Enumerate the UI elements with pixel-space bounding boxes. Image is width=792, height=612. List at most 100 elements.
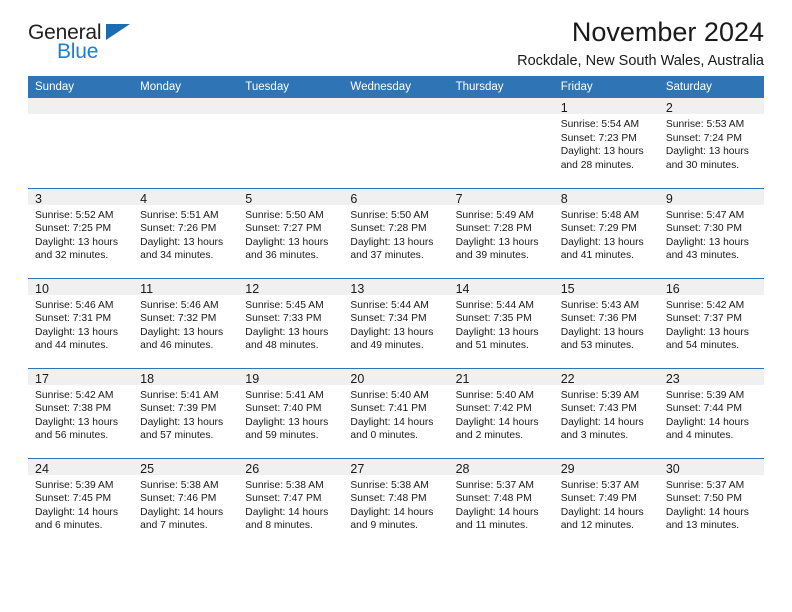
day-daylight-line1-text: Daylight: 14 hours xyxy=(560,506,644,518)
calendar-day-cell[interactable]: 22 Sunrise: 5:39 AM Sunset: 7:43 PM Dayligh… xyxy=(553,367,659,458)
day-sun-info: Sunrise: 5:37 AM Sunset: 7:49 PM Daylight:… xyxy=(554,475,659,533)
calendar-day-cell[interactable]: 1 Sunrise: 5:54 AM Sunset: 7:23 PM Daylight… xyxy=(553,98,659,188)
calendar-day-cell[interactable]: 9 Sunrise: 5:47 AM Sunset: 7:30 PM Daylight… xyxy=(658,187,764,278)
day-sunset-text: Sunset: 7:28 PM xyxy=(350,223,427,235)
calendar-day-cell[interactable]: 16 Sunrise: 5:42 AM Sunset: 7:37 PM Dayligh… xyxy=(658,277,764,368)
day-number: 19 xyxy=(238,368,344,386)
day-cell-inner: 21 Sunrise: 5:40 AM Sunset: 7:42 PM Dayligh… xyxy=(448,368,554,458)
day-number: 14 xyxy=(448,278,554,296)
day-number: 30 xyxy=(658,458,764,476)
day-sunrise-text: Sunrise: 5:46 AM xyxy=(35,299,114,311)
day-number: 2 xyxy=(658,98,764,115)
calendar-day-cell[interactable]: 17 Sunrise: 5:42 AM Sunset: 7:38 PM Dayligh… xyxy=(28,367,134,458)
day-daylight-line1-text: Daylight: 13 hours xyxy=(140,416,224,428)
day-sunrise-text: Sunrise: 5:44 AM xyxy=(455,299,534,311)
day-daylight-line2-text: and 7 minutes. xyxy=(140,520,208,532)
calendar-day-cell[interactable]: 14 Sunrise: 5:44 AM Sunset: 7:35 PM Dayligh… xyxy=(448,277,554,368)
day-cell-inner: 22 Sunrise: 5:39 AM Sunset: 7:43 PM Dayligh… xyxy=(553,368,659,458)
calendar-day-cell[interactable]: 8 Sunrise: 5:48 AM Sunset: 7:29 PM Daylight… xyxy=(553,187,659,278)
day-daylight-line1-text: Daylight: 13 hours xyxy=(245,236,329,248)
day-number: 16 xyxy=(658,278,764,296)
day-sun-info: Sunrise: 5:39 AM Sunset: 7:44 PM Daylight:… xyxy=(659,385,764,443)
day-cell-inner: 20 Sunrise: 5:40 AM Sunset: 7:41 PM Dayligh… xyxy=(343,368,449,458)
day-cell-inner: 7 Sunrise: 5:49 AM Sunset: 7:28 PM Daylight… xyxy=(448,188,554,278)
calendar-header: Sunday Monday Tuesday Wednesday Thursday… xyxy=(28,76,764,98)
calendar-day-cell[interactable]: 30 Sunrise: 5:37 AM Sunset: 7:50 PM Dayligh… xyxy=(658,457,764,548)
day-cell-inner: 4 Sunrise: 5:51 AM Sunset: 7:26 PM Daylight… xyxy=(133,188,239,278)
day-daylight-line1-text: Daylight: 13 hours xyxy=(35,236,118,248)
day-cell-inner: 11 Sunrise: 5:46 AM Sunset: 7:32 PM Dayligh… xyxy=(133,278,239,368)
calendar-day-cell[interactable]: 19 Sunrise: 5:41 AM Sunset: 7:40 PM Dayligh… xyxy=(238,367,344,458)
day-daylight-line2-text: and 30 minutes. xyxy=(665,159,740,171)
calendar-day-cell[interactable]: 26 Sunrise: 5:38 AM Sunset: 7:47 PM Dayligh… xyxy=(238,457,344,548)
day-sunrise-text: Sunrise: 5:51 AM xyxy=(140,209,219,221)
calendar-day-cell[interactable]: 6 Sunrise: 5:50 AM Sunset: 7:28 PM Daylight… xyxy=(343,187,449,278)
calendar-day-cell[interactable]: 23 Sunrise: 5:39 AM Sunset: 7:44 PM Dayligh… xyxy=(658,367,764,458)
day-sunset-text: Sunset: 7:31 PM xyxy=(35,313,112,325)
day-sunset-text: Sunset: 7:27 PM xyxy=(245,223,322,235)
brand-logo[interactable]: General Blue xyxy=(28,22,158,70)
day-daylight-line1-text: Daylight: 13 hours xyxy=(560,236,644,248)
calendar-day-cell[interactable]: 28 Sunrise: 5:37 AM Sunset: 7:48 PM Dayligh… xyxy=(448,457,554,548)
calendar-day-cell[interactable]: 15 Sunrise: 5:43 AM Sunset: 7:36 PM Dayligh… xyxy=(553,277,659,368)
calendar-day-cell[interactable]: 20 Sunrise: 5:40 AM Sunset: 7:41 PM Dayligh… xyxy=(343,367,449,458)
day-sunrise-text: Sunrise: 5:50 AM xyxy=(245,209,324,221)
day-daylight-line1-text: Daylight: 14 hours xyxy=(455,416,539,428)
day-sun-info xyxy=(449,114,554,118)
day-sunset-text: Sunset: 7:39 PM xyxy=(140,403,217,415)
day-daylight-line1-text: Daylight: 13 hours xyxy=(560,146,644,158)
calendar-day-cell[interactable]: 12 Sunrise: 5:45 AM Sunset: 7:33 PM Dayligh… xyxy=(238,277,344,368)
calendar-day-cell[interactable]: 21 Sunrise: 5:40 AM Sunset: 7:42 PM Dayligh… xyxy=(448,367,554,458)
day-daylight-line1-text: Daylight: 13 hours xyxy=(350,326,434,338)
day-daylight-line1-text: Daylight: 13 hours xyxy=(665,326,749,338)
calendar-body: 1 Sunrise: 5:54 AM Sunset: 7:23 PM Daylight… xyxy=(28,98,764,548)
day-sun-info: Sunrise: 5:37 AM Sunset: 7:48 PM Daylight:… xyxy=(449,475,554,533)
day-sunset-text: Sunset: 7:23 PM xyxy=(560,132,637,144)
calendar-day-cell[interactable]: 4 Sunrise: 5:51 AM Sunset: 7:26 PM Daylight… xyxy=(133,187,239,278)
day-sunset-text: Sunset: 7:43 PM xyxy=(560,403,637,415)
day-number: 5 xyxy=(238,188,344,206)
day-daylight-line2-text: and 43 minutes. xyxy=(665,250,740,262)
calendar-day-cell[interactable]: 3 Sunrise: 5:52 AM Sunset: 7:25 PM Daylight… xyxy=(28,187,134,278)
day-sun-info: Sunrise: 5:40 AM Sunset: 7:41 PM Daylight:… xyxy=(343,385,448,443)
day-daylight-line2-text: and 28 minutes. xyxy=(560,159,634,171)
day-number: 9 xyxy=(658,188,764,206)
calendar-day-cell[interactable]: 2 Sunrise: 5:53 AM Sunset: 7:24 PM Daylight… xyxy=(658,98,764,188)
calendar-day-cell[interactable]: 10 Sunrise: 5:46 AM Sunset: 7:31 PM Dayligh… xyxy=(28,277,134,368)
day-cell-inner: 1 Sunrise: 5:54 AM Sunset: 7:23 PM Daylight… xyxy=(553,98,659,188)
calendar-day-cell[interactable]: 29 Sunrise: 5:37 AM Sunset: 7:49 PM Dayligh… xyxy=(553,457,659,548)
day-daylight-line2-text: and 4 minutes. xyxy=(665,430,734,442)
day-number: 15 xyxy=(553,278,659,296)
day-cell-inner: 19 Sunrise: 5:41 AM Sunset: 7:40 PM Dayligh… xyxy=(238,368,344,458)
day-sunrise-text: Sunrise: 5:54 AM xyxy=(560,119,640,130)
calendar-day-cell[interactable]: 5 Sunrise: 5:50 AM Sunset: 7:27 PM Daylight… xyxy=(238,187,344,278)
calendar-day-cell[interactable]: 25 Sunrise: 5:38 AM Sunset: 7:46 PM Dayligh… xyxy=(133,457,239,548)
day-sunrise-text: Sunrise: 5:52 AM xyxy=(35,209,114,221)
weekday-header-friday: Friday xyxy=(553,76,659,98)
calendar-day-cell[interactable]: 7 Sunrise: 5:49 AM Sunset: 7:28 PM Daylight… xyxy=(448,187,554,278)
calendar-day-cell[interactable]: 27 Sunrise: 5:38 AM Sunset: 7:48 PM Dayligh… xyxy=(343,457,449,548)
day-sunrise-text: Sunrise: 5:39 AM xyxy=(35,479,114,491)
day-number: 20 xyxy=(343,368,449,386)
calendar-day-cell[interactable]: 24 Sunrise: 5:39 AM Sunset: 7:45 PM Dayligh… xyxy=(28,457,134,548)
day-sunrise-text: Sunrise: 5:38 AM xyxy=(350,479,429,491)
day-daylight-line1-text: Daylight: 13 hours xyxy=(140,236,224,248)
day-daylight-line2-text: and 6 minutes. xyxy=(35,520,103,532)
day-daylight-line1-text: Daylight: 14 hours xyxy=(665,506,749,518)
day-number: 12 xyxy=(238,278,344,296)
day-sun-info: Sunrise: 5:43 AM Sunset: 7:36 PM Daylight:… xyxy=(554,295,659,353)
calendar-day-cell[interactable]: 13 Sunrise: 5:44 AM Sunset: 7:34 PM Dayligh… xyxy=(343,277,449,368)
calendar-day-cell[interactable]: 18 Sunrise: 5:41 AM Sunset: 7:39 PM Dayligh… xyxy=(133,367,239,458)
day-sunset-text: Sunset: 7:30 PM xyxy=(665,223,742,235)
day-sun-info: Sunrise: 5:41 AM Sunset: 7:40 PM Daylight:… xyxy=(238,385,343,443)
calendar-week-row: 1 Sunrise: 5:54 AM Sunset: 7:23 PM Daylight… xyxy=(28,98,764,188)
day-daylight-line1-text: Daylight: 13 hours xyxy=(245,416,329,428)
day-sunset-text: Sunset: 7:46 PM xyxy=(140,493,217,505)
day-daylight-line2-text: and 8 minutes. xyxy=(245,520,313,532)
day-sun-info: Sunrise: 5:41 AM Sunset: 7:39 PM Daylight:… xyxy=(133,385,238,443)
day-cell-inner: 9 Sunrise: 5:47 AM Sunset: 7:30 PM Daylight… xyxy=(658,188,764,278)
day-sun-info xyxy=(28,114,133,118)
day-number xyxy=(343,98,449,114)
day-sun-info: Sunrise: 5:51 AM Sunset: 7:26 PM Daylight:… xyxy=(133,205,238,263)
calendar-day-cell[interactable]: 11 Sunrise: 5:46 AM Sunset: 7:32 PM Dayligh… xyxy=(133,277,239,368)
